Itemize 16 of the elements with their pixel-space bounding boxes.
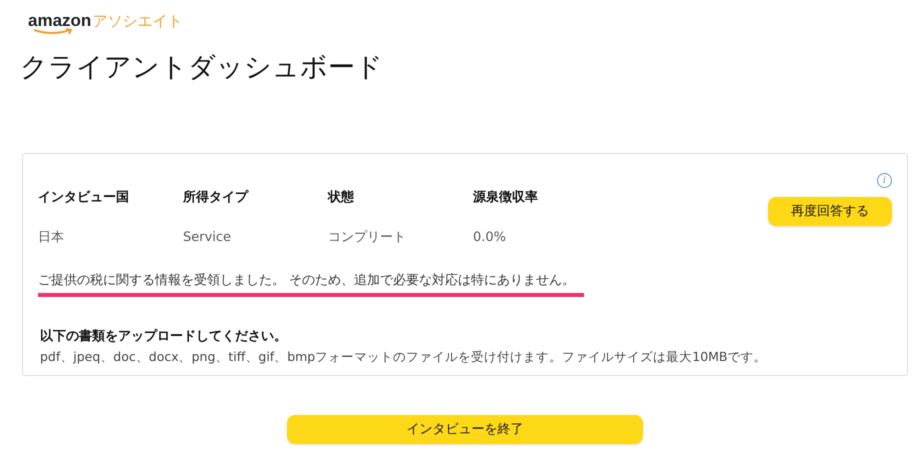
finish-interview-button[interactable]: インタビューを終了 [287,415,643,444]
reanswer-button[interactable]: 再度回答する [768,197,892,226]
upload-title: 以下の書類をアップロードしてください。 [40,328,288,346]
column-value: 日本 [38,228,65,246]
status-message: ご提供の税に関する情報を受領しました。 そのため、追加で必要な対応は特にありません。 [38,272,576,290]
column-header: インタビュー国 [38,189,130,207]
upload-note: pdf、jpeq、doc、docx、png、tiff、gif、bmpフォーマットのファイルを受け付けます。ファイルサイズは最大10MBです。 [40,348,768,366]
column-value: コンプリート [328,228,407,246]
column-header: 源泉徴収率 [473,188,539,207]
column-value: 0.0% [473,228,508,246]
page-title: クライアントダッシュボード [20,54,383,81]
column-header: 状態 [328,188,355,207]
column-header: 所得タイプ [183,188,250,207]
logo-wordmark: amazon [28,12,92,29]
column-value: Service [183,228,232,246]
logo-suffix: アソシエイト [92,14,182,29]
